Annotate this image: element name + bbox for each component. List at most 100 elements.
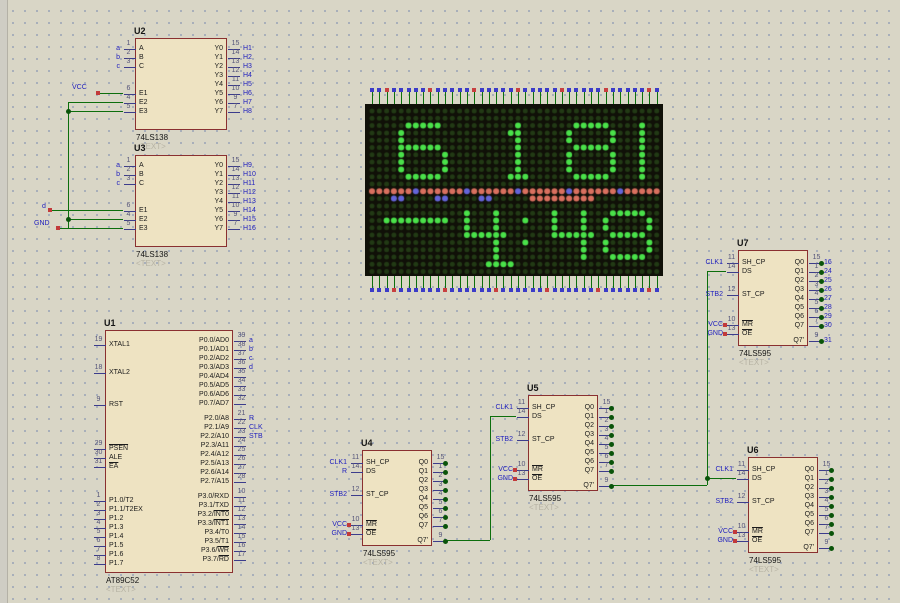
matrix-pin-stub	[576, 92, 577, 104]
matrix-pin-stub	[489, 92, 490, 104]
matrix-pin-square	[501, 288, 505, 292]
matrix-pin-square	[523, 288, 527, 292]
matrix-pin-square	[633, 288, 637, 292]
pin-stub	[228, 229, 240, 230]
net-label: H16	[243, 225, 256, 233]
matrix-pin-stub	[489, 276, 490, 288]
pin-name: C	[139, 180, 144, 188]
wire-segment	[68, 102, 123, 103]
matrix-pin-stub	[430, 92, 431, 104]
matrix-pin-stub	[474, 92, 475, 104]
matrix-pin-stub	[423, 92, 424, 104]
pin-name: Q6	[585, 458, 594, 466]
net-label: c	[249, 355, 253, 363]
pin-number: 10	[229, 202, 242, 210]
pin-stub	[234, 404, 246, 405]
chip-part: AT89C52	[106, 576, 139, 585]
pin-name: Y4	[214, 198, 223, 206]
matrix-pin-stub	[467, 276, 468, 288]
net-label: H3	[243, 63, 252, 71]
net-label: H4	[243, 72, 252, 80]
matrix-pin-square	[465, 288, 469, 292]
net-label: STB2	[681, 291, 723, 299]
matrix-pin-stub	[387, 92, 388, 104]
pin-stub	[351, 472, 363, 473]
chip-part: 74LS595	[363, 549, 395, 558]
pin-name: PSEN	[109, 445, 128, 453]
pin-name: B	[139, 54, 144, 62]
chip-U7[interactable]: U774LS595<TEXT>11SH_CPCLK114DS12ST_CPSTB…	[738, 250, 808, 346]
chip-ref: U5	[527, 383, 539, 393]
wire-segment	[610, 485, 707, 486]
net-label: 28	[824, 304, 832, 312]
junction-dot	[609, 469, 614, 474]
matrix-pin-square	[589, 288, 593, 292]
pin-name: Q7	[585, 467, 594, 475]
pin-name: Y7	[214, 225, 223, 233]
matrix-pin-stub	[467, 92, 468, 104]
terminal-square	[96, 91, 100, 95]
net-label: CLK1	[691, 466, 733, 474]
net-label: VCC	[691, 528, 733, 536]
matrix-pin-square	[545, 88, 549, 92]
net-label: c	[78, 180, 120, 188]
schematic-canvas[interactable]: U274LS138<TEXT>1Aa2Bb3Cc6E14E25E315Y0H11…	[0, 0, 900, 603]
junction-dot	[66, 217, 71, 222]
net-label: H5	[243, 81, 252, 89]
matrix-pin-square	[626, 88, 630, 92]
pin-name: DS	[532, 413, 542, 421]
net-label: VCC	[305, 521, 347, 529]
chip-U5[interactable]: U574LS595<TEXT>11SH_CPCLK114DS12ST_CPSTB…	[528, 395, 598, 491]
overline-text: MR	[532, 466, 543, 473]
pin-name: Q7'	[583, 482, 594, 490]
net-label: GND	[691, 537, 733, 545]
wire-segment	[707, 478, 736, 479]
overline-text: EA	[109, 463, 118, 470]
pin-name: XTAL2	[109, 369, 130, 377]
matrix-pin-stub	[533, 276, 534, 288]
pin-stub	[124, 112, 136, 113]
pin-name: Q0	[419, 459, 428, 467]
matrix-pin-square	[596, 88, 600, 92]
pin-name: OE	[752, 537, 762, 545]
pin-number: 14	[515, 408, 528, 416]
chip-ref: U7	[737, 238, 749, 248]
pin-name: OE	[366, 530, 376, 538]
net-label: d	[249, 364, 253, 372]
chip-U1[interactable]: U1AT89C52<TEXT>19XTAL118XTAL29RST29PSEN3…	[105, 330, 233, 573]
net-label: a	[249, 337, 253, 345]
net-label: H13	[243, 198, 256, 206]
chip-part: 74LS595	[529, 494, 561, 503]
pin-stub	[727, 295, 739, 296]
matrix-pin-stub	[518, 92, 519, 104]
pin-number: 5	[92, 528, 105, 536]
chip-U6[interactable]: U674LS595<TEXT>11SH_CPCLK114DS12ST_CPSTB…	[748, 457, 818, 553]
overline-text: MR	[366, 521, 377, 528]
pin-name: RST	[109, 401, 123, 409]
pin-stub	[727, 272, 739, 273]
matrix-pin-square	[531, 288, 535, 292]
pin-name: P3.3/INT1	[197, 520, 229, 528]
matrix-pin-stub	[555, 92, 556, 104]
pin-number: 37	[235, 350, 248, 358]
matrix-pin-square	[494, 88, 498, 92]
pin-stub	[94, 467, 106, 468]
chip-U4[interactable]: U474LS595<TEXT>11SH_CPCLK114DSR12ST_CPST…	[362, 450, 432, 546]
pin-name: Q4	[795, 295, 804, 303]
matrix-pin-square	[421, 88, 425, 92]
pin-number: 3	[122, 58, 135, 66]
matrix-pin-square	[655, 288, 659, 292]
pin-name: E3	[139, 108, 148, 116]
chip-U3[interactable]: U374LS138<TEXT>1Aa2Bb3Cc6E14E25E315Y0H91…	[135, 155, 227, 247]
wire-segment	[100, 93, 123, 94]
pin-name: ST_CP	[752, 498, 775, 506]
dot-matrix-display[interactable]	[365, 104, 663, 276]
pin-stub	[517, 417, 529, 418]
net-label: CLK1	[471, 404, 513, 412]
pin-number: 39	[235, 332, 248, 340]
pin-name: P0.0/AD0	[199, 337, 229, 345]
pin-name: A	[139, 162, 144, 170]
chip-U2[interactable]: U274LS138<TEXT>1Aa2Bb3Cc6E14E25E315Y0H11…	[135, 38, 227, 130]
matrix-pin-stub	[547, 92, 548, 104]
matrix-pin-square	[472, 288, 476, 292]
